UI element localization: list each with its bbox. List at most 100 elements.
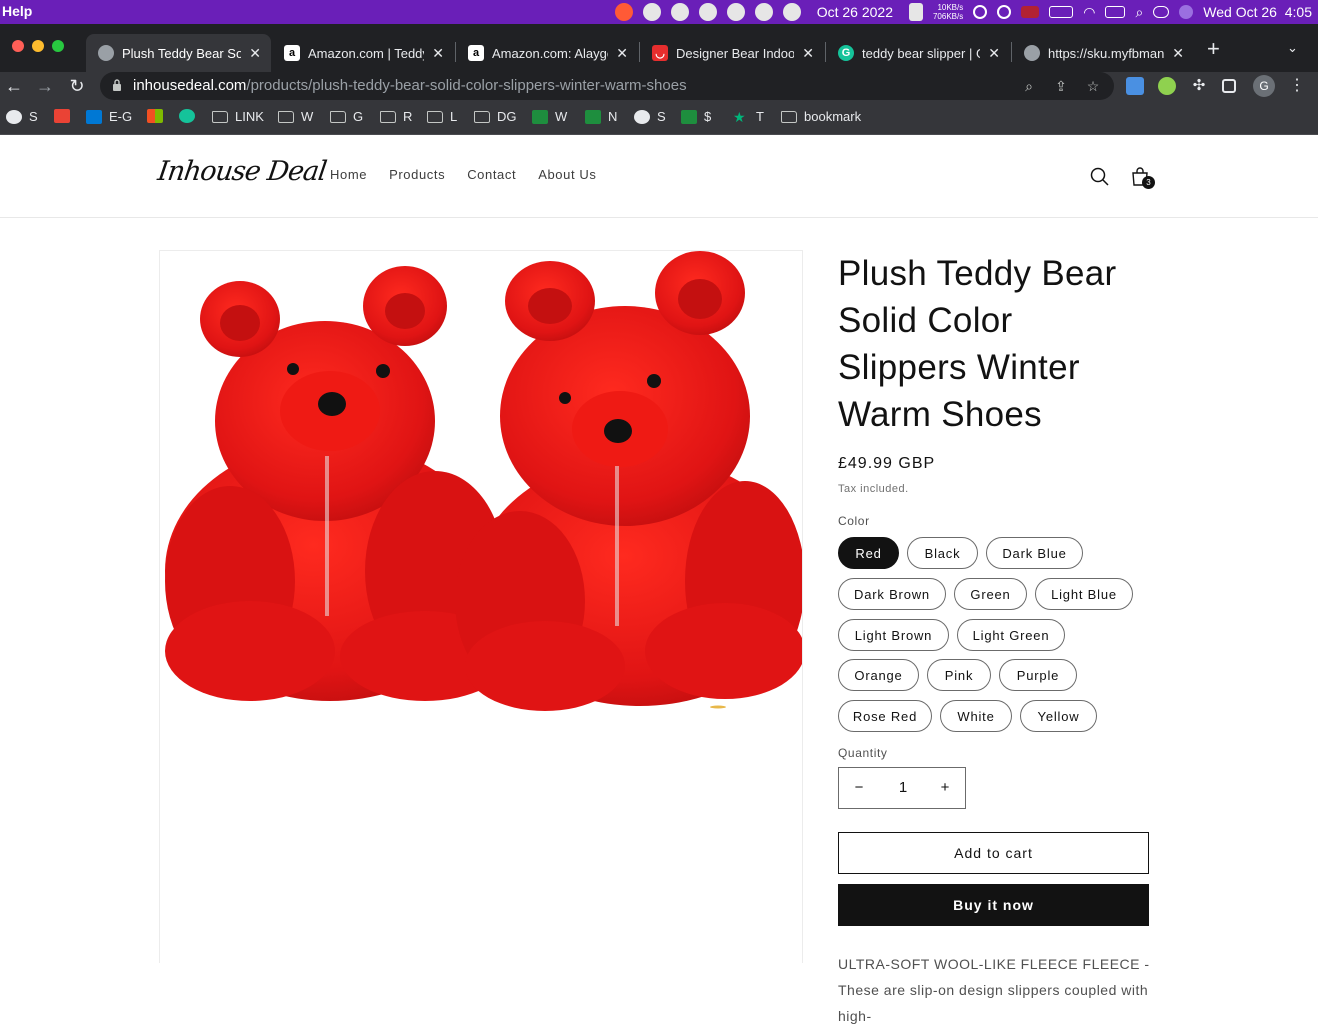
- bookmark-label: G: [353, 109, 364, 124]
- tab-close-icon[interactable]: ✕: [616, 45, 628, 62]
- nav-products[interactable]: Products: [389, 167, 445, 182]
- quantity-input[interactable]: 1: [883, 779, 923, 796]
- battery-icon[interactable]: [1049, 6, 1074, 18]
- tab-amazon-teddy[interactable]: a Amazon.com | Teddy Bear Slippers ✕: [272, 34, 454, 72]
- wechat-icon[interactable]: [642, 3, 661, 21]
- bookmark-e-g[interactable]: E-G: [86, 109, 132, 124]
- share-icon[interactable]: ⇪: [1052, 77, 1070, 95]
- product-info: Plush Teddy Bear Solid Color Slippers Wi…: [838, 250, 1150, 1024]
- bookmark-folder-w[interactable]: W: [278, 109, 313, 124]
- nav-about-us[interactable]: About Us: [538, 167, 596, 182]
- arrow-circle-icon[interactable]: [782, 3, 801, 21]
- url-path: /products/plush-teddy-bear-solid-color-s…: [246, 77, 687, 94]
- time-machine-icon[interactable]: [997, 5, 1012, 19]
- color-option-black[interactable]: Black: [907, 537, 978, 569]
- side-panel-icon[interactable]: [1222, 79, 1236, 93]
- bookmark-microsoft[interactable]: [147, 109, 170, 123]
- menubar-date[interactable]: Oct 26 2022: [817, 4, 893, 20]
- tab-close-icon[interactable]: ✕: [432, 45, 444, 62]
- network-speed[interactable]: 10KB/s 706KB/s: [933, 3, 963, 21]
- back-button[interactable]: ←: [2, 74, 26, 98]
- bookmark-grammarly[interactable]: [179, 109, 202, 123]
- spotlight-search-icon[interactable]: ⌕: [1135, 4, 1143, 21]
- tab-sku-manager[interactable]: https://sku.myfbmanager ✕: [1012, 34, 1194, 72]
- bookmark-folder-g[interactable]: G: [330, 109, 363, 124]
- color-option-rose-red[interactable]: Rose Red: [838, 700, 932, 732]
- extensions-puzzle-icon[interactable]: ✣: [1190, 77, 1208, 95]
- color-option-green[interactable]: Green: [954, 578, 1027, 610]
- color-option-dark-blue[interactable]: Dark Blue: [986, 537, 1083, 569]
- new-tab-button[interactable]: +: [1207, 38, 1220, 60]
- buy-it-now-button[interactable]: Buy it now: [838, 884, 1149, 926]
- search-icon[interactable]: [1089, 166, 1111, 188]
- status-app-icon[interactable]: [614, 3, 633, 21]
- chrome-menu-icon[interactable]: ⋮: [1288, 77, 1306, 95]
- wifi-icon[interactable]: ◠: [1083, 4, 1095, 21]
- play-icon[interactable]: [973, 5, 988, 19]
- control-center-icon[interactable]: [1153, 6, 1170, 18]
- bookmark-folder-link[interactable]: LINK: [212, 109, 264, 124]
- bookmark-s2[interactable]: S: [634, 109, 666, 124]
- tab-plush-teddy[interactable]: Plush Teddy Bear Solid Color Slippers ✕: [86, 34, 271, 72]
- amazon-icon: a: [284, 45, 300, 61]
- bookmark-s[interactable]: S: [6, 109, 38, 124]
- zoom-icon[interactable]: ⌕: [1020, 77, 1038, 95]
- tab-close-icon[interactable]: ✕: [988, 45, 1000, 62]
- product-media[interactable]: [159, 250, 803, 963]
- cat-icon[interactable]: [908, 3, 923, 21]
- bookmark-n[interactable]: N: [585, 109, 617, 124]
- zoom-window-button[interactable]: [52, 40, 64, 52]
- extension-circle-icon[interactable]: [1158, 77, 1176, 95]
- siri-icon[interactable]: [1179, 5, 1194, 19]
- memory-icon[interactable]: [1105, 6, 1126, 18]
- menubar-clock[interactable]: Wed Oct 26 4:05: [1203, 4, 1312, 20]
- browser-tabbar: Plush Teddy Bear Solid Color Slippers ✕ …: [0, 24, 1318, 72]
- download-extension-icon[interactable]: [1126, 77, 1144, 95]
- nav-home[interactable]: Home: [330, 167, 367, 182]
- color-option-pink[interactable]: Pink: [927, 659, 991, 691]
- quantity-decrease-button[interactable]: −: [839, 779, 879, 796]
- tab-amazon-alaygee[interactable]: a Amazon.com: Alaygee Teddy ✕: [456, 34, 638, 72]
- bookmark-folder-r[interactable]: R: [380, 109, 412, 124]
- address-bar[interactable]: inhousedeal.com/products/plush-teddy-bea…: [100, 72, 1114, 100]
- nav-contact[interactable]: Contact: [467, 167, 516, 182]
- color-option-dark-brown[interactable]: Dark Brown: [838, 578, 946, 610]
- profile-avatar[interactable]: G: [1253, 75, 1275, 97]
- tab-title: teddy bear slipper | Google: [862, 45, 980, 61]
- bookmark-w[interactable]: W: [532, 109, 567, 124]
- tab-google-search[interactable]: G teddy bear slipper | Google ✕: [826, 34, 1010, 72]
- color-option-light-blue[interactable]: Light Blue: [1035, 578, 1133, 610]
- close-window-button[interactable]: [12, 40, 24, 52]
- bookmark-gmail[interactable]: [54, 109, 77, 123]
- quantity-increase-button[interactable]: +: [925, 779, 965, 796]
- color-option-light-brown[interactable]: Light Brown: [838, 619, 949, 651]
- minimize-window-button[interactable]: [32, 40, 44, 52]
- tab-close-icon[interactable]: ✕: [249, 45, 261, 62]
- color-option-red[interactable]: Red: [838, 537, 899, 569]
- forward-button[interactable]: →: [33, 74, 57, 98]
- reload-button[interactable]: ↻: [65, 74, 89, 98]
- color-option-light-green[interactable]: Light Green: [957, 619, 1065, 651]
- tab-close-icon[interactable]: ✕: [1172, 45, 1184, 62]
- bookmark-folder-dg[interactable]: DG: [474, 109, 517, 124]
- tab-designer-bear[interactable]: ◡ Designer Bear Indoor Slippers ✕: [640, 34, 824, 72]
- color-option-purple[interactable]: Purple: [999, 659, 1077, 691]
- cow-icon[interactable]: [726, 3, 745, 21]
- tab-search-chevron-icon[interactable]: ⌄: [1287, 40, 1298, 56]
- check-icon[interactable]: [754, 3, 773, 21]
- bookmark-dollar[interactable]: $: [681, 109, 711, 124]
- bookmark-star-icon[interactable]: ☆: [1084, 77, 1102, 95]
- bookmark-folder-l[interactable]: L: [427, 109, 457, 124]
- bookmark-folder-bookmark[interactable]: bookmark: [781, 109, 861, 124]
- notification-bell-icon[interactable]: [670, 3, 689, 21]
- color-option-yellow[interactable]: Yellow: [1020, 700, 1097, 732]
- add-to-cart-button[interactable]: Add to cart: [838, 832, 1149, 874]
- tab-close-icon[interactable]: ✕: [802, 45, 814, 62]
- menu-help[interactable]: Help: [0, 3, 32, 19]
- site-logo[interactable]: Inhouse Deal: [156, 156, 328, 187]
- color-option-white[interactable]: White: [940, 700, 1012, 732]
- us-flag-icon[interactable]: [1021, 6, 1040, 18]
- teamviewer-icon[interactable]: [698, 3, 717, 21]
- color-option-orange[interactable]: Orange: [838, 659, 919, 691]
- bookmark-t[interactable]: ★ T: [733, 109, 764, 124]
